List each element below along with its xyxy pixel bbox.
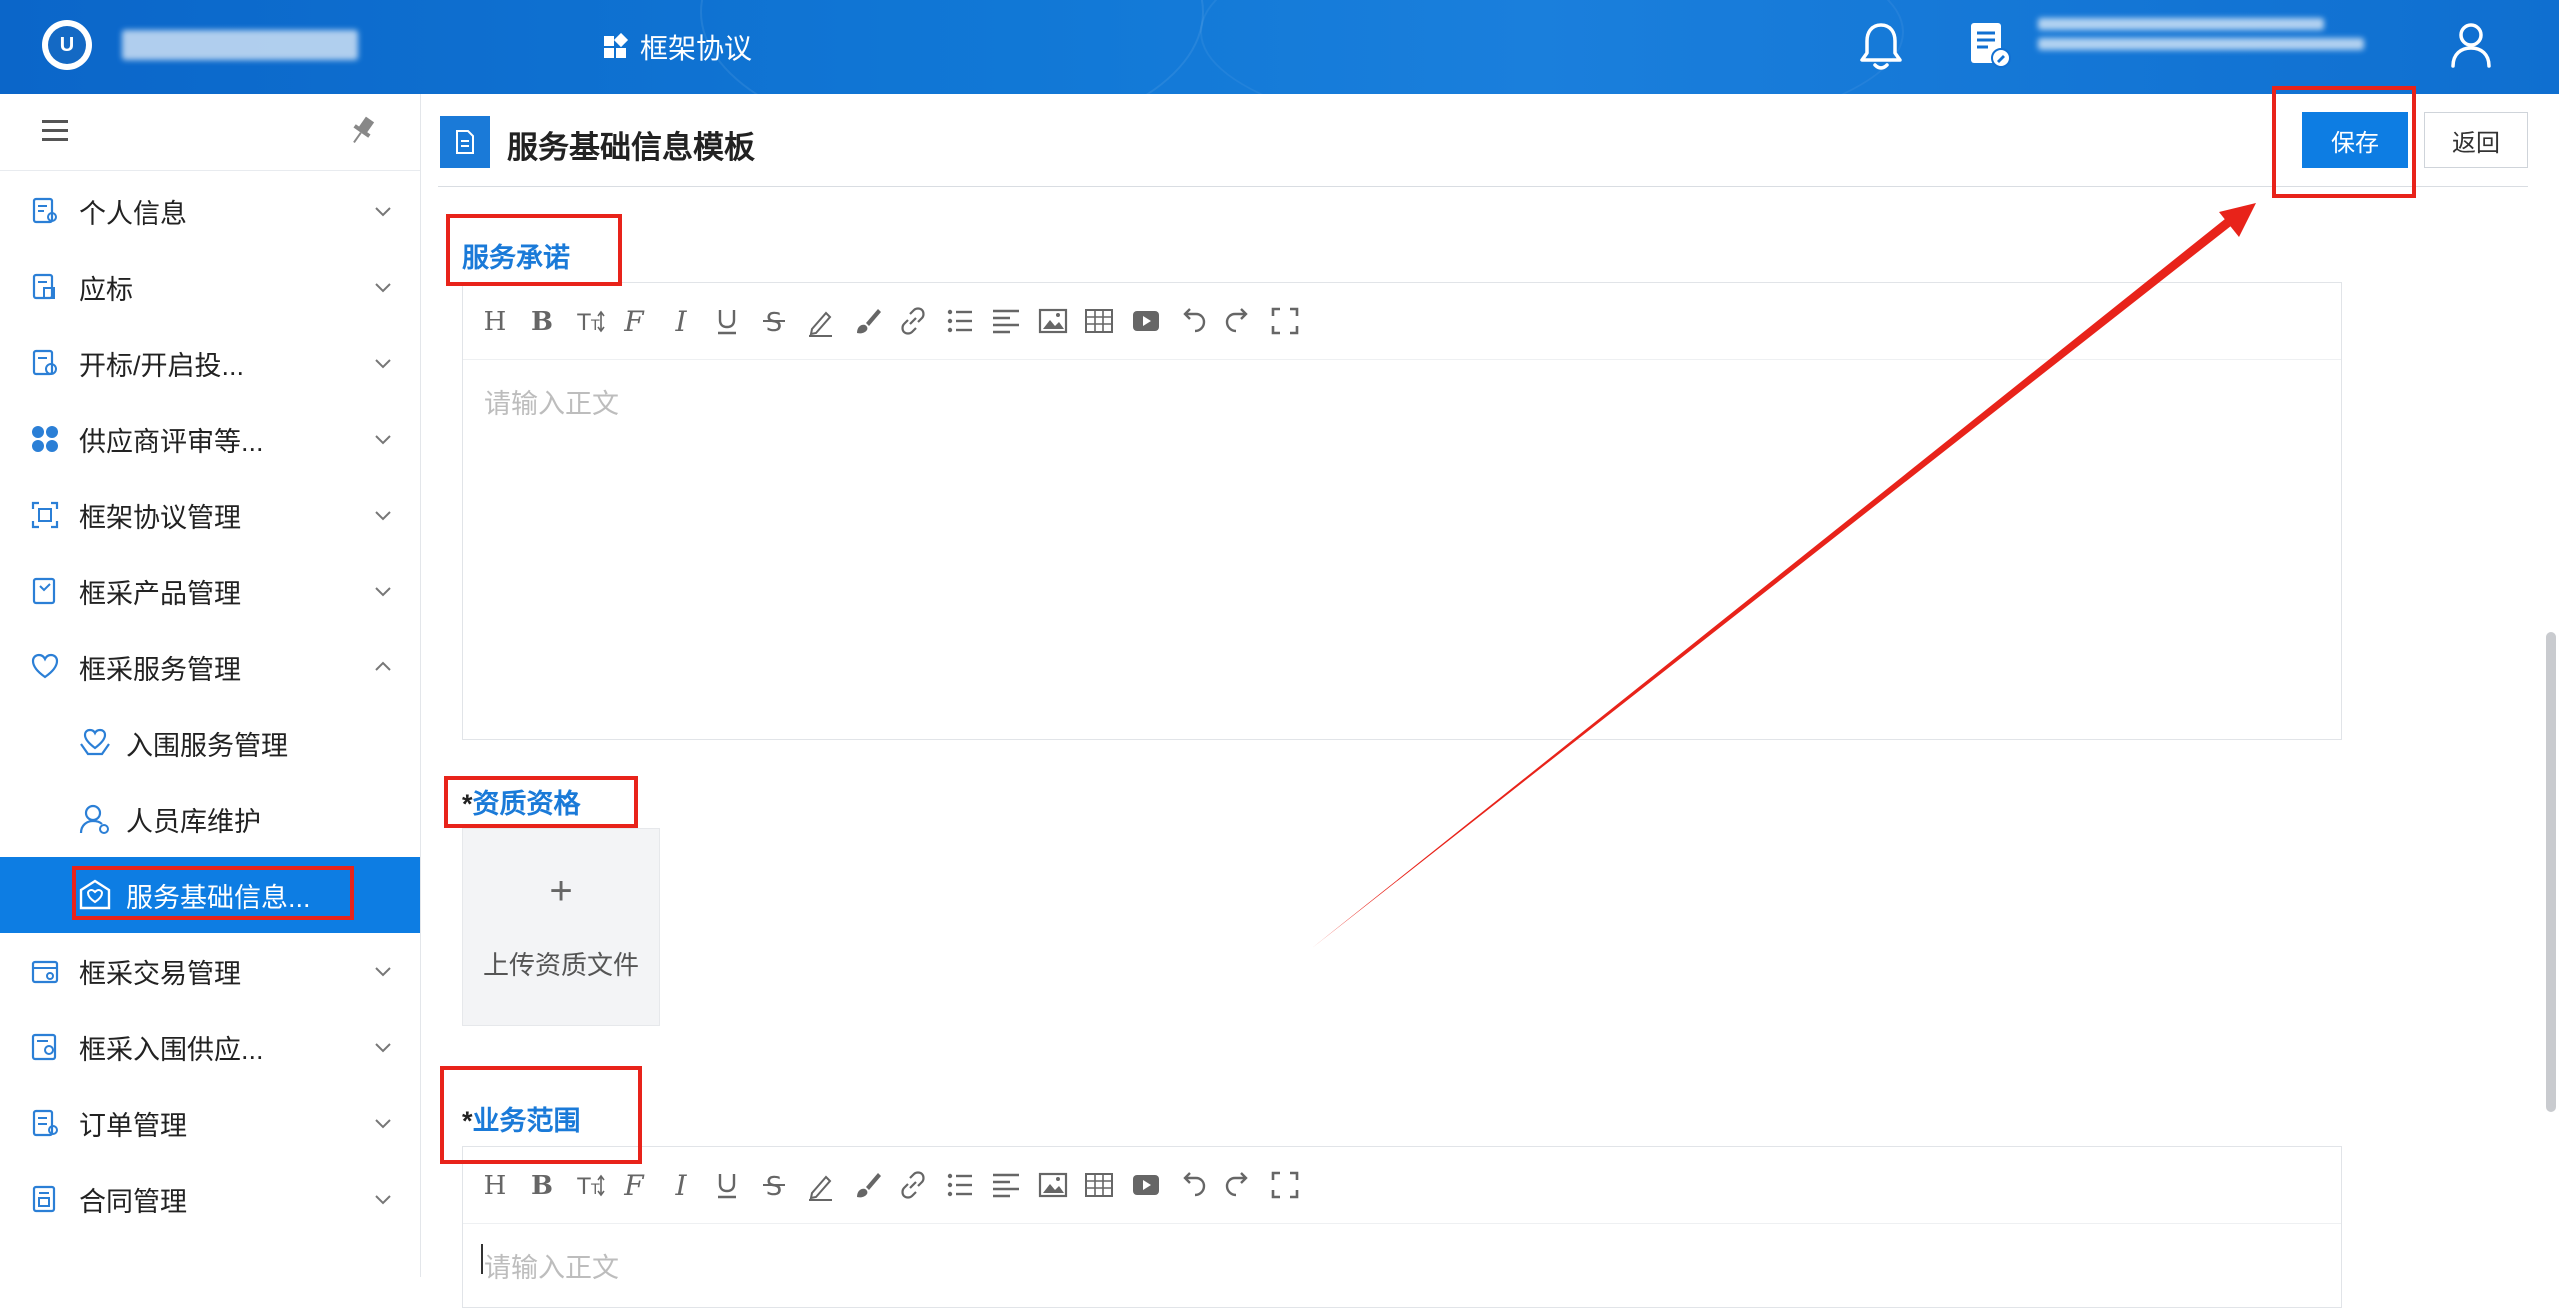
annotation-arrow	[1312, 203, 2256, 948]
annotation-arrow-shaft	[1312, 215, 2236, 948]
